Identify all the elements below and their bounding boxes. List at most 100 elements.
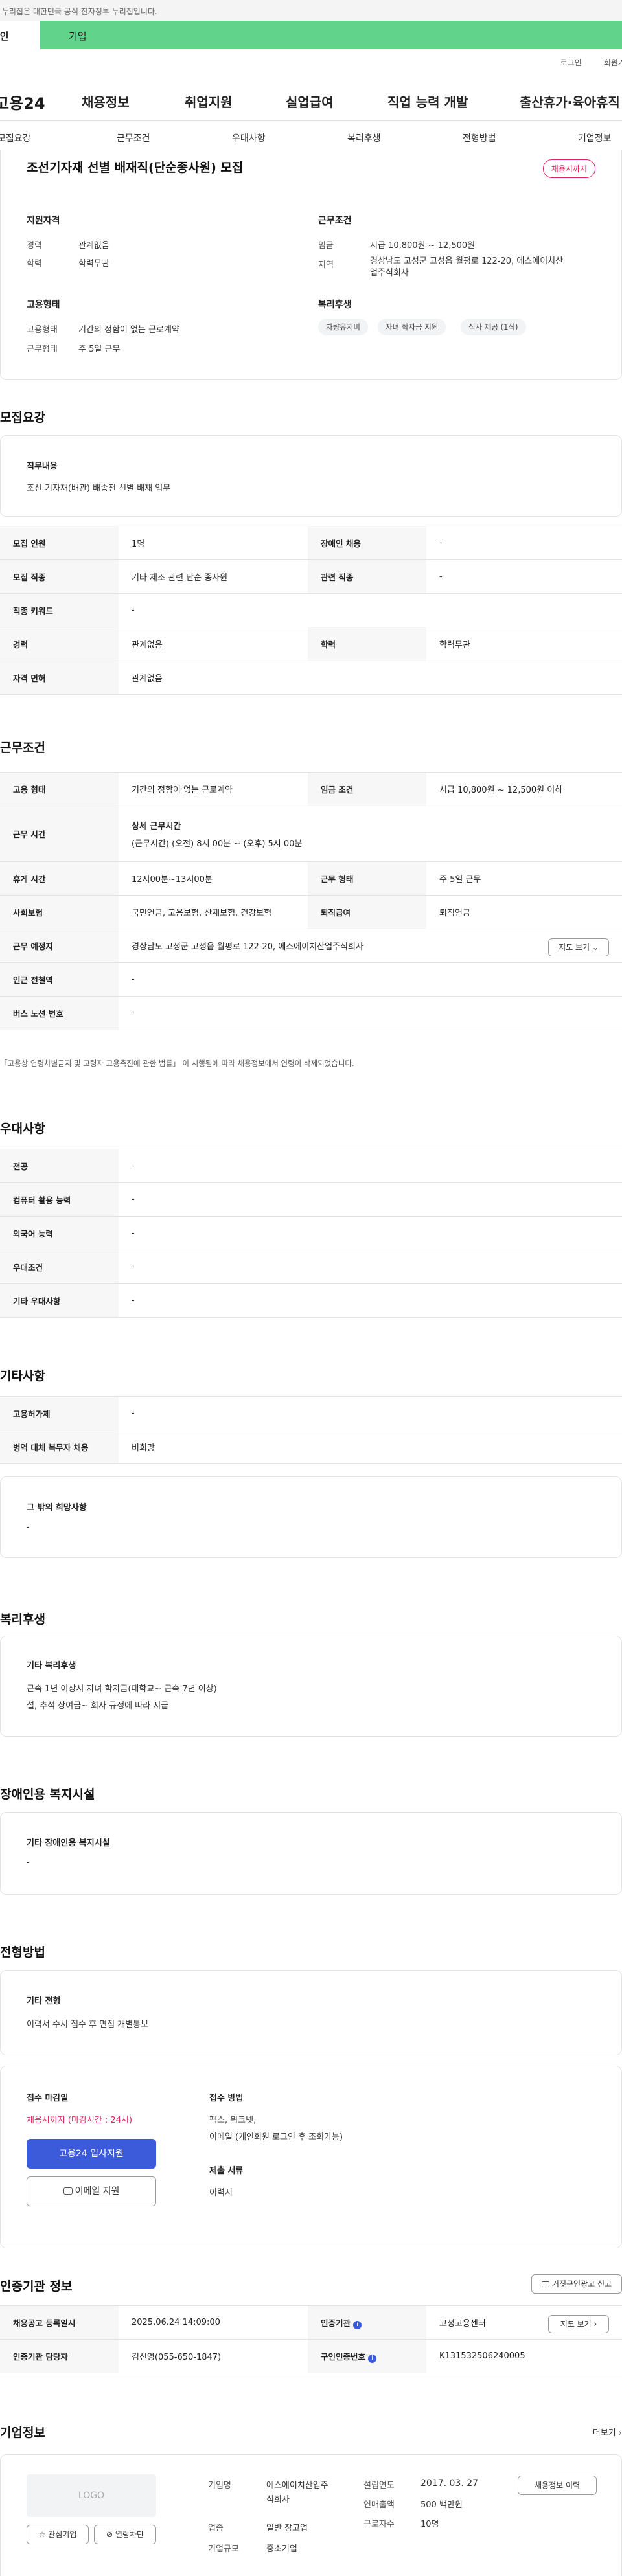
email-icon — [63, 2187, 73, 2195]
row-value: - — [119, 996, 622, 1030]
row-label: 학력 — [308, 627, 426, 661]
row-value: 주 5일 근무 — [426, 861, 622, 896]
star-icon: ☆ — [38, 2530, 46, 2539]
deadline-badge: 채용시까지 — [542, 159, 595, 178]
apply-box: 접수 마감일 채용시까지 (마감시간 : 24시) 고용24 입사지원 이메일 … — [0, 2066, 622, 2248]
row-value: 1명 — [119, 526, 308, 560]
row-value: K131532506240005 — [426, 2339, 622, 2373]
table-row: 고용허가제 - — [0, 1396, 622, 1430]
gnb-item-benefit[interactable]: 실업급여 — [286, 92, 334, 111]
recruit-section-title: 모집요강 — [0, 411, 45, 425]
benefit-line: 근속 1년 이상시 자녀 학자금(대학교~ 근속 7년 이상) — [27, 1684, 217, 1694]
screening-box-title: 기타 전형 — [27, 1996, 61, 2006]
apply-online-button[interactable]: 고용24 입사지원 — [27, 2139, 156, 2169]
welfare-title: 복리후생 — [318, 300, 352, 310]
row-value: 고성고용센터 지도 보기 › — [426, 2305, 622, 2340]
row-value: 시급 10,800원 ~ 12,500원 이하 — [426, 772, 622, 806]
conditions-title: 근무조건 — [318, 216, 352, 226]
email-apply-button[interactable]: 이메일 지원 — [27, 2176, 156, 2206]
row-value: 관계없음 — [119, 627, 308, 661]
row-value: 김선영(055-650-1847) — [119, 2339, 308, 2373]
block-icon: ⊘ — [106, 2530, 113, 2539]
gnb-item-leave[interactable]: 출산휴가·육아휴직 — [520, 92, 620, 111]
section-tabs: 모집요강 근무조건 우대사항 복리후생 전형방법 기업정보 — [0, 120, 622, 153]
row-value: - — [119, 1182, 622, 1217]
job-description-text: 조선 기자재(배관) 배송전 선별 배재 업무 — [27, 484, 171, 493]
table-row: 모집 인원 1명 장애인 채용 - — [0, 526, 622, 560]
row-value: - — [426, 559, 622, 594]
company-logo-placeholder: LOGO — [27, 2474, 156, 2517]
favorite-company-button[interactable]: ☆ 관심기업 — [27, 2525, 89, 2544]
job-title: 조선기자재 선별 배재직(단순종사원) 모집 — [27, 161, 244, 175]
table-row: 인근 전철역 - — [0, 962, 622, 997]
tab-recruit[interactable]: 모집요강 — [0, 131, 31, 144]
deadline-value: 채용시까지 (마감시간 : 24시) — [27, 2116, 133, 2125]
table-row: 병역 대체 복무자 채용 비희망 — [0, 1430, 622, 1464]
company-label: 기업명 — [208, 2481, 231, 2491]
etc-table: 고용허가제 - 병역 대체 복무자 채용 비희망 — [0, 1396, 622, 1464]
block-company-button[interactable]: ⊘ 열람차단 — [94, 2525, 156, 2544]
method-title: 접수 방법 — [209, 2094, 244, 2103]
tab-company[interactable]: 기업정보 — [578, 131, 612, 144]
row-label: 사회보험 — [0, 895, 119, 929]
deadline-title: 접수 마감일 — [27, 2094, 69, 2103]
emp-label: 근무형태 — [27, 345, 58, 354]
table-row: 채용공고 등록일시 2025.06.24 14:09:00 인증기관 i 고성고용센터… — [0, 2305, 622, 2340]
row-label: 자격 면허 — [0, 661, 119, 695]
recruit-table: 모집 인원 1명 장애인 채용 - 모집 직종 기타 제조 관련 단순 종사원 관련 직종… — [0, 526, 622, 695]
cond-label: 임금 — [318, 241, 334, 251]
gnb-item-support[interactable]: 취업지원 — [185, 92, 233, 111]
company-sales: 500 백만원 — [420, 2500, 463, 2510]
method-value: 이메일 (개인회원 로그인 후 조회가능) — [209, 2132, 343, 2142]
job-description-title: 직무내용 — [27, 462, 58, 471]
hours-heading: 상세 근무시간 — [132, 821, 181, 831]
company-label: 근로자수 — [363, 2520, 395, 2529]
map-view-button[interactable]: 지도 보기 ⌄ — [548, 938, 609, 956]
work-table: 고용 형태 기간의 정함이 없는 근로계약 임금 조건 시급 10,800원 ~ 12… — [0, 772, 622, 1030]
work-section-title: 근무조건 — [0, 741, 45, 755]
gnb-item-jobs[interactable]: 채용정보 — [82, 92, 130, 111]
qual-label: 학력 — [27, 259, 42, 269]
logo-text: LOGO — [78, 2491, 105, 2501]
agency-map-button[interactable]: 지도 보기 › — [548, 2315, 609, 2333]
tab-corporate[interactable]: 기업 — [40, 21, 622, 49]
tab-welfare[interactable]: 복리후생 — [347, 131, 381, 144]
tab-preferences[interactable]: 우대사항 — [232, 131, 266, 144]
gov-banner-text: 이 누리집은 대한민국 공식 전자정부 누리집입니다. — [0, 7, 157, 16]
company-name: 식회사 — [266, 2495, 290, 2505]
table-row: 근무 예정지 경상남도 고성군 고성읍 월평로 122-20, 에스에이치산업주식… — [0, 929, 622, 963]
row-label: 관련 직종 — [308, 559, 426, 594]
company-industry: 일반 창고업 — [266, 2524, 308, 2533]
join-link[interactable]: 회원가입 — [604, 58, 622, 67]
tab-individual[interactable]: 개인 — [0, 21, 40, 49]
site-logo[interactable]: 고용24 — [0, 91, 45, 113]
welfare-chip: 자녀 학자금 지원 — [378, 319, 446, 335]
age-notice: 「고용상 연령차별금지 및 고령자 고용촉진에 관한 법률」 이 시행됨에 따라… — [0, 1059, 354, 1068]
gnb-item-training[interactable]: 직업 능력 개발 — [387, 92, 468, 111]
job-history-button[interactable]: 채용정보 이력 — [518, 2476, 597, 2495]
report-false-ad-button[interactable]: 거짓구인광고 신고 — [531, 2274, 622, 2294]
row-label: 우대조건 — [0, 1250, 119, 1284]
company-more-link[interactable]: 더보기 › — [593, 2426, 622, 2438]
method-value: 팩스, 워크넷, — [209, 2116, 257, 2125]
row-value: - — [119, 1216, 622, 1250]
row-label: 휴게 시간 — [0, 861, 119, 896]
qual-value: 관계없음 — [78, 241, 109, 251]
row-label: 인증기관 담당자 — [0, 2339, 119, 2373]
row-label: 직종 키워드 — [0, 593, 119, 627]
row-label: 컴퓨터 활용 능력 — [0, 1182, 119, 1217]
disability-box: 기타 장애인용 복지시설 - — [0, 1812, 622, 1895]
info-icon[interactable]: i — [368, 2354, 377, 2363]
info-icon[interactable]: i — [353, 2320, 362, 2329]
table-row: 자격 면허 관계없음 — [0, 661, 622, 695]
row-value: 기타 제조 관련 단순 종사원 — [119, 559, 308, 594]
row-label: 채용공고 등록일시 — [0, 2305, 119, 2340]
login-link[interactable]: 로그인 — [560, 58, 582, 67]
docs-value: 이력서 — [209, 2188, 233, 2198]
table-row: 근무 시간 상세 근무시간 (근무시간) (오전) 8시 00분 ~ (오후) 5시… — [0, 806, 622, 862]
tab-conditions[interactable]: 근무조건 — [117, 131, 150, 144]
tab-screening[interactable]: 전형방법 — [463, 131, 496, 144]
company-label: 연매출액 — [363, 2500, 395, 2510]
row-label: 기타 우대사항 — [0, 1283, 119, 1318]
row-label: 경력 — [0, 627, 119, 661]
